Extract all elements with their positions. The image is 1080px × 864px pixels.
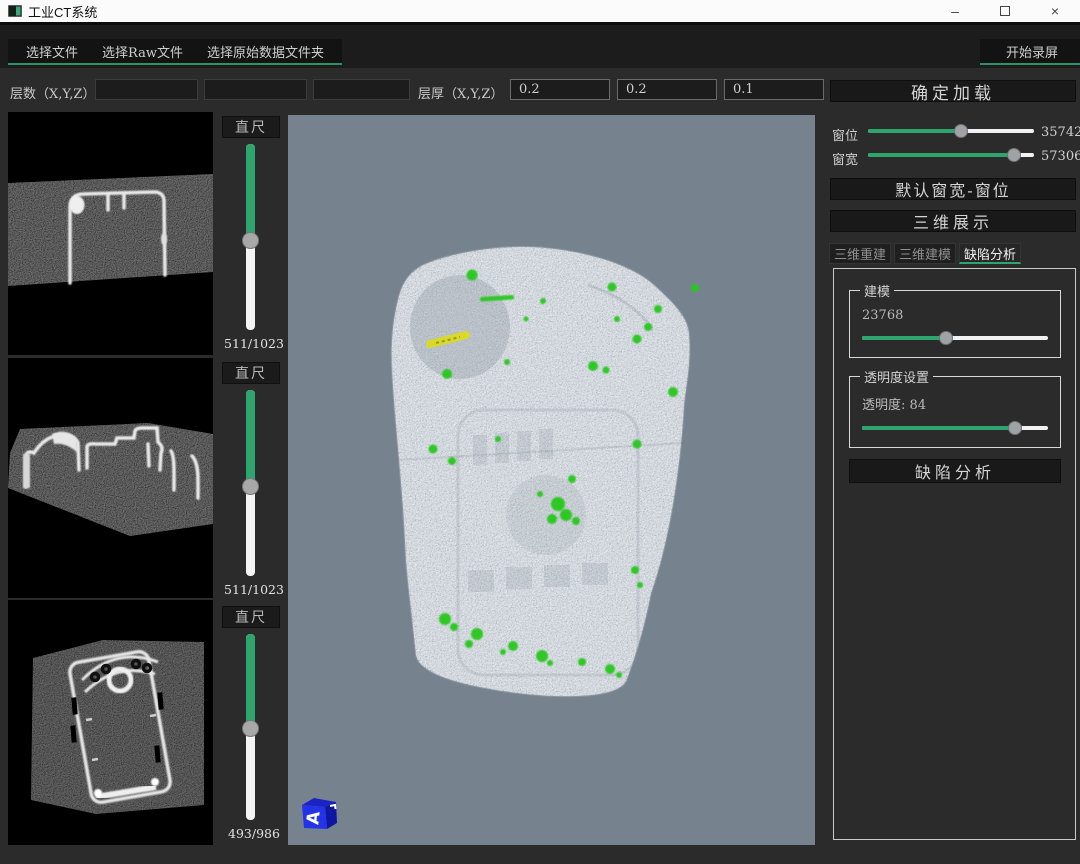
minimize-button[interactable]: – (930, 0, 980, 22)
layers-label: 层数（X,Y,Z） (10, 83, 95, 102)
window-width-label: 窗宽 (832, 149, 858, 168)
slider-fill (862, 426, 1015, 430)
window-title: 工业CT系统 (28, 2, 97, 21)
slider-thumb[interactable] (1008, 421, 1022, 435)
thickness-x-input[interactable] (510, 79, 610, 100)
slider-fill (862, 336, 946, 340)
maximize-icon (1000, 6, 1010, 16)
slice-slider-block-1: 直尺 511/1023 (222, 112, 286, 355)
viewport-3d[interactable]: A (288, 115, 815, 845)
modeling-group-title: 建模 (860, 281, 894, 300)
slider-fill (246, 390, 255, 487)
slider-thumb[interactable] (242, 478, 259, 495)
modeling-slider[interactable] (862, 331, 1048, 345)
modeling-group: 建模 23768 (849, 281, 1061, 358)
slice-position-3: 493/986 (222, 826, 286, 841)
slider-fill (246, 144, 255, 241)
opacity-slider[interactable] (862, 421, 1048, 435)
thickness-z-input[interactable] (724, 79, 824, 100)
close-button[interactable]: × (1030, 0, 1080, 22)
slice-slider-block-3: 直尺 493/986 (222, 602, 286, 845)
modeling-value: 23768 (862, 308, 1050, 323)
slider-fill (246, 634, 255, 729)
file-toolbar: 选择文件 选择Raw文件 选择原始数据文件夹 (8, 39, 342, 65)
thickness-y-input[interactable] (617, 79, 717, 100)
ct-slice-image-3 (8, 600, 213, 845)
ct-slice-view-top[interactable] (8, 112, 213, 355)
show-3d-button[interactable]: 三维展示 (830, 210, 1076, 232)
slider-thumb[interactable] (954, 124, 968, 138)
slider-thumb[interactable] (242, 232, 259, 249)
ct-slice-image-1 (8, 112, 213, 355)
window-level-slider[interactable] (868, 124, 1034, 138)
tab-defect-analysis[interactable]: 缺陷分析 (959, 243, 1021, 264)
ruler-button-2[interactable]: 直尺 (222, 362, 280, 384)
opacity-group: 透明度设置 透明度: 84 (849, 367, 1061, 448)
layers-x-input[interactable] (95, 79, 198, 100)
select-folder-button[interactable]: 选择原始数据文件夹 (195, 40, 336, 63)
ct-slice-view-middle[interactable] (8, 358, 213, 598)
ruler-button-3[interactable]: 直尺 (222, 606, 280, 628)
opacity-group-title: 透明度设置 (860, 367, 933, 386)
layers-y-input[interactable] (204, 79, 307, 100)
slider-fill (868, 129, 961, 133)
slice-position-2: 511/1023 (222, 582, 286, 597)
ct-slice-view-bottom[interactable] (8, 600, 213, 845)
slice-position-1: 511/1023 (222, 336, 286, 351)
window-width-slider[interactable] (868, 148, 1034, 162)
select-file-button[interactable]: 选择文件 (14, 40, 90, 63)
window-level-label: 窗位 (832, 125, 858, 144)
confirm-load-button[interactable]: 确定加载 (830, 80, 1076, 102)
opacity-value: 透明度: 84 (862, 394, 1050, 413)
select-raw-button[interactable]: 选择Raw文件 (90, 40, 195, 63)
thickness-label: 层厚（X,Y,Z） (418, 83, 503, 102)
record-screen-button[interactable]: 开始录屏 (980, 39, 1080, 65)
tab-3d-modeling[interactable]: 三维建模 (894, 243, 956, 264)
window-width-value: 57306 (1041, 149, 1080, 164)
industrial-ct-window: 工业CT系统 – × 选择文件 选择Raw文件 选择原始数据文件夹 开始录屏 层… (0, 0, 1080, 864)
slider-thumb[interactable] (1007, 148, 1021, 162)
ct-slice-image-2 (8, 358, 213, 598)
slider-fill (868, 153, 1014, 157)
tab-3d-reconstruction[interactable]: 三维重建 (829, 243, 891, 264)
slice-slider-3[interactable] (242, 634, 259, 820)
defect-analysis-button[interactable]: 缺陷分析 (849, 459, 1061, 483)
default-wwwl-button[interactable]: 默认窗宽-窗位 (830, 178, 1076, 200)
layers-z-input[interactable] (313, 79, 410, 100)
ct-volume-render (288, 115, 815, 845)
slice-slider-1[interactable] (242, 144, 259, 330)
toolbar-band: 选择文件 选择Raw文件 选择原始数据文件夹 开始录屏 (0, 22, 1080, 68)
maximize-button[interactable] (980, 0, 1030, 22)
slider-thumb[interactable] (939, 331, 953, 345)
slider-thumb[interactable] (242, 720, 259, 737)
defect-analysis-panel: 建模 23768 透明度设置 透明度: 84 缺陷分析 (833, 268, 1076, 840)
orientation-cube-icon[interactable]: A (296, 793, 340, 833)
slice-slider-block-2: 直尺 511/1023 (222, 358, 286, 598)
window-level-value: 35742 (1041, 125, 1080, 140)
slice-slider-2[interactable] (242, 390, 259, 576)
title-bar: 工业CT系统 – × (0, 0, 1080, 22)
app-icon (8, 5, 22, 17)
ruler-button-1[interactable]: 直尺 (222, 116, 280, 138)
